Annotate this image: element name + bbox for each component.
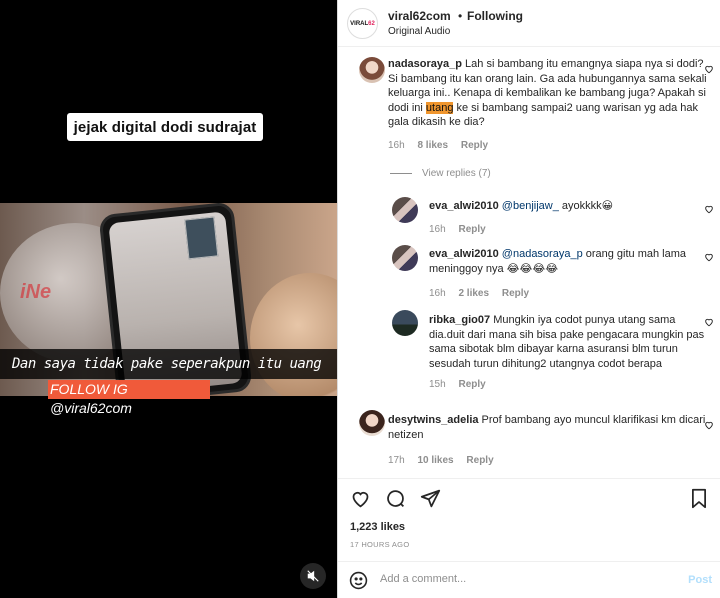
comment-mention[interactable]: @benjijaw_ (502, 200, 559, 212)
heart-icon[interactable] (704, 64, 714, 74)
avatar[interactable] (359, 57, 385, 83)
comment-time: 16h (429, 224, 446, 235)
following-button[interactable]: Following (467, 9, 523, 23)
heart-icon[interactable] (704, 204, 714, 214)
emoji-icon[interactable] (349, 571, 368, 590)
heart-icon[interactable] (704, 317, 714, 327)
reply-button[interactable]: Reply (466, 455, 493, 466)
post-header: VIRAL 62 viral62com • Following Original … (338, 0, 720, 47)
reply-button[interactable]: Reply (458, 379, 485, 390)
muted-speaker-icon (307, 570, 319, 582)
video-brand-text: iNe (20, 281, 52, 303)
comment-username[interactable]: eva_alwi2010 (429, 248, 499, 260)
mute-button[interactable] (300, 563, 326, 589)
comment-text: ayokkkk😀 (558, 200, 614, 212)
post-panel: VIRAL 62 viral62com • Following Original … (337, 0, 720, 598)
comment-likes[interactable]: 2 likes (458, 288, 489, 299)
avatar[interactable] (392, 310, 418, 336)
comment-time: 15h (429, 379, 446, 390)
reply-button[interactable]: Reply (458, 224, 485, 235)
video-caption: jejak digital dodi sudrajat (67, 113, 263, 141)
avatar[interactable] (359, 410, 385, 436)
avatar[interactable] (392, 197, 418, 223)
comment-username[interactable]: ribka_gio07 (429, 314, 490, 326)
comment-username[interactable]: eva_alwi2010 (429, 200, 499, 212)
share-send-icon[interactable] (420, 488, 441, 509)
like-heart-icon[interactable] (350, 488, 371, 509)
heart-icon[interactable] (704, 420, 714, 430)
header-separator: • (458, 9, 463, 23)
view-replies-button[interactable]: View replies (7) (390, 168, 491, 179)
highlighted-word: utang (425, 101, 454, 114)
video-follow-banner: FOLLOW IG @viral62com (48, 380, 210, 416)
avatar[interactable] (392, 245, 418, 271)
reply-button[interactable]: Reply (502, 288, 529, 299)
add-comment-bar: Post (338, 561, 720, 598)
author-avatar[interactable]: VIRAL 62 (347, 8, 378, 39)
comment-bubble-icon[interactable] (385, 488, 406, 509)
comment-mention[interactable]: @nadasoraya_p (502, 248, 583, 260)
video-subtitle: Dan saya tidak pake seperakpun itu uang (0, 349, 337, 379)
comment-time: 16h (388, 140, 405, 151)
comment-time: 16h (429, 288, 446, 299)
comment-username[interactable]: desytwins_adelia (388, 414, 479, 426)
comment-username[interactable]: nadasoraya_p (388, 58, 462, 70)
post-actions: 1,223 likes 17 HOURS AGO (338, 478, 720, 558)
likes-count[interactable]: 1,223 likes (350, 521, 405, 533)
post-timestamp: 17 HOURS AGO (350, 540, 410, 549)
video-call-thumbnail (184, 216, 219, 260)
author-username[interactable]: viral62com (388, 9, 451, 23)
bookmark-icon[interactable] (690, 488, 708, 509)
comment-time: 17h (388, 455, 405, 466)
heart-icon[interactable] (704, 252, 714, 262)
comment-likes[interactable]: 10 likes (417, 455, 453, 466)
reel-video[interactable]: jejak digital dodi sudrajat iNe Dan saya… (0, 0, 337, 598)
comment-likes[interactable]: 8 likes (417, 140, 448, 151)
audio-link[interactable]: Original Audio (388, 26, 450, 37)
reply-button[interactable]: Reply (461, 140, 488, 151)
post-button[interactable]: Post (688, 574, 712, 586)
comment-input[interactable] (380, 573, 660, 585)
